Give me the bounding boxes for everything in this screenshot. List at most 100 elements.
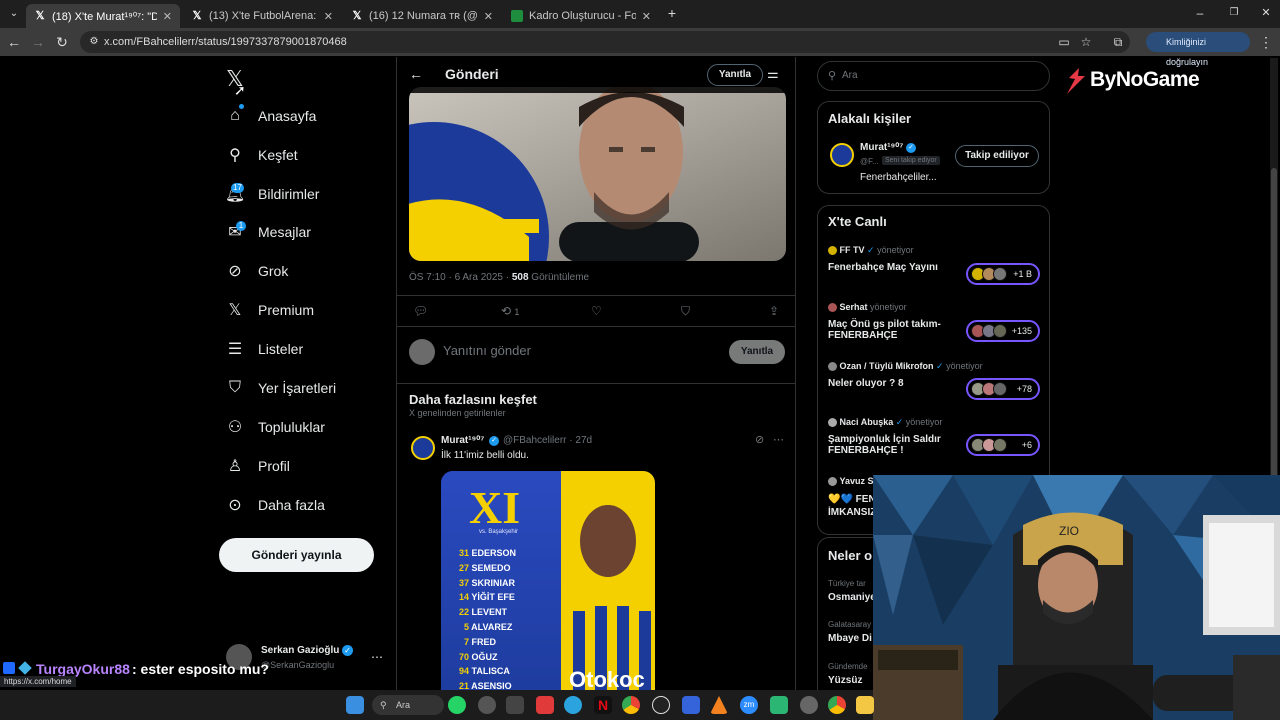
netflix-icon[interactable]: N: [594, 696, 612, 714]
trend-name[interactable]: Yüzsüz: [828, 675, 862, 686]
post-button[interactable]: Gönderi yayınla: [219, 538, 374, 572]
new-tab-icon[interactable]: +: [664, 5, 680, 21]
lineup-row: 94 TALISCA: [458, 666, 510, 677]
trend-name[interactable]: Osmaniye: [828, 592, 876, 603]
app-icon[interactable]: [770, 696, 788, 714]
close-icon[interactable]: ✕: [163, 10, 172, 23]
related-people-card: Alakalı kişiler Murat¹⁹⁰⁷ ✓ @F... Seni t…: [817, 101, 1050, 194]
zoom-icon[interactable]: zm: [740, 696, 758, 714]
chrome-icon[interactable]: [622, 696, 640, 714]
windows-start-icon[interactable]: [346, 696, 364, 714]
live-item-title[interactable]: Fenerbahçe Maç Yayını: [828, 262, 938, 273]
telegram-icon[interactable]: [564, 696, 582, 714]
reply-button[interactable]: Yanıtla: [729, 340, 785, 364]
post-author[interactable]: Murat¹⁹⁰⁷: [441, 435, 484, 446]
tab-1[interactable]: 𝕏 (18) X'te Murat¹⁹⁰⁷: "Domenico ✕: [26, 4, 180, 28]
avatar[interactable]: [830, 143, 854, 167]
app-icon[interactable]: [682, 696, 700, 714]
sidebar-item-explore[interactable]: ⚲ Keşfet: [222, 139, 298, 171]
window-close-icon[interactable]: ✕: [1258, 5, 1274, 21]
forward-icon[interactable]: →: [30, 34, 46, 50]
browser-menu-icon[interactable]: ⋮: [1258, 34, 1274, 50]
close-icon[interactable]: ✕: [642, 10, 651, 23]
bookmark-icon[interactable]: ⛉: [681, 304, 690, 319]
home-icon: ⌂: [230, 107, 240, 124]
app-icon[interactable]: [506, 696, 524, 714]
search-input[interactable]: ⚲ Ara: [817, 61, 1050, 91]
cast-icon[interactable]: ▭: [1056, 34, 1072, 50]
extensions-icon[interactable]: ⧉: [1110, 34, 1126, 50]
close-icon[interactable]: ✕: [324, 10, 333, 23]
taskbar: ⚲ Ara N zm: [0, 690, 874, 720]
tab-2[interactable]: 𝕏 (13) X'te FutbolArena: "Nuri Şah ✕: [183, 4, 341, 28]
obs-icon[interactable]: [478, 696, 496, 714]
svg-text:ZIO: ZIO: [1059, 524, 1079, 538]
sidebar-item-profile[interactable]: ♙ Profil: [222, 450, 290, 482]
app-icon[interactable]: [536, 696, 554, 714]
back-icon[interactable]: ←: [6, 34, 22, 50]
share-icon[interactable]: ⇪: [769, 304, 779, 318]
live-item-host: Yavuz S: [828, 476, 874, 487]
account-more-icon[interactable]: ⋯: [371, 650, 383, 664]
site-info-icon[interactable]: ⚙: [86, 34, 102, 50]
retweet-icon[interactable]: ⟲ 1: [501, 304, 519, 318]
sidebar-item-communities[interactable]: ⚇ Topluluklar: [222, 411, 325, 443]
chatgpt-icon[interactable]: [652, 696, 670, 714]
settings-icon[interactable]: [800, 696, 818, 714]
verify-identity-button[interactable]: Kimliğinizi doğrulayın: [1146, 32, 1250, 67]
tweet-timestamp[interactable]: ÖS 7:10 · 6 Ara 2025 ·: [409, 272, 512, 283]
taskbar-search[interactable]: ⚲ Ara: [372, 695, 444, 715]
lineup-row: 70 OĞUZ: [458, 651, 498, 662]
post-avatar[interactable]: [411, 436, 435, 460]
live-listeners[interactable]: +78: [966, 378, 1040, 400]
live-listeners[interactable]: +6: [966, 434, 1040, 456]
tweet-photo[interactable]: [409, 87, 786, 261]
sidebar-item-grok[interactable]: ⊘ Grok: [222, 255, 288, 287]
chrome-icon[interactable]: [828, 696, 846, 714]
sidebar-item-more[interactable]: ⊙ Daha fazla: [222, 489, 325, 521]
sidebar-item-label: Topluluklar: [258, 419, 325, 435]
sidebar-item-premium[interactable]: 𝕏 Premium: [222, 294, 314, 326]
settings-sliders-icon[interactable]: ⚌: [767, 66, 779, 82]
live-item-title[interactable]: Neler oluyor ? 8: [828, 378, 904, 389]
whatsapp-icon[interactable]: [448, 696, 466, 714]
more-icon[interactable]: ⋯: [773, 433, 784, 446]
sidebar-item-label: Mesajlar: [258, 224, 311, 240]
live-listeners[interactable]: +1 B: [966, 263, 1040, 285]
grok-icon[interactable]: ⊘: [755, 433, 764, 446]
like-icon[interactable]: ♡: [591, 304, 602, 318]
live-item-title[interactable]: Maç Önü gs pilot takım- FENERBAHÇE: [828, 319, 953, 341]
sheets-tab-icon: [511, 10, 523, 22]
file-explorer-icon[interactable]: [856, 696, 874, 714]
vlc-icon[interactable]: [710, 696, 728, 714]
reply-input[interactable]: Yanıtını gönder: [443, 343, 531, 358]
sidebar-item-messages[interactable]: ✉ Mesajlar: [222, 216, 311, 248]
sidebar-item-home[interactable]: ⌂ Anasayfa: [222, 100, 316, 132]
lineup-image[interactable]: XI vs. Başakşehir 31 EDERSON 27 SEMEDO 3…: [441, 471, 655, 720]
sidebar-item-lists[interactable]: ☰ Listeler: [222, 333, 303, 365]
reply-icon[interactable]: 💬︎: [413, 304, 428, 318]
tab-search-icon[interactable]: ⌄: [6, 6, 22, 22]
live-item-title[interactable]: Şampiyonluk İçin Saldır FENERBAHÇE !: [828, 434, 953, 456]
tab-3[interactable]: 𝕏 (16) 12 Numara ᴛʀ (@12numara ✕: [343, 4, 501, 28]
following-button[interactable]: Takip ediliyor: [955, 145, 1039, 167]
tab-4[interactable]: Kadro Oluşturucu - Formasyon ✕: [503, 4, 659, 28]
minimize-icon[interactable]: –: [1192, 5, 1208, 21]
back-arrow-icon[interactable]: ←: [409, 66, 423, 82]
live-listeners[interactable]: +135: [966, 320, 1040, 342]
post-handle[interactable]: @FBahcelilerr · 27d: [503, 435, 592, 446]
url-field[interactable]: x.com/FBahcelilerr/status/19973378790018…: [80, 31, 1130, 53]
bookmark-star-icon[interactable]: ☆: [1078, 34, 1094, 50]
header-reply-button[interactable]: Yanıtla: [707, 64, 763, 86]
taskbar-search-label: Ara: [396, 700, 411, 710]
sidebar-item-label: Daha fazla: [258, 497, 325, 513]
live-item-title[interactable]: 💛💙 FEN İMKANSIZ: [828, 493, 876, 519]
related-name[interactable]: Murat¹⁹⁰⁷: [860, 142, 903, 153]
live-item-host: Serhat yönetiyor: [828, 302, 907, 313]
trend-name[interactable]: Mbaye Di: [828, 633, 872, 644]
scrollbar-thumb[interactable]: [1271, 168, 1277, 528]
close-icon[interactable]: ✕: [484, 10, 493, 23]
sidebar-item-bookmarks[interactable]: ⛉ Yer İşaretleri: [222, 372, 336, 404]
restore-icon[interactable]: ❐: [1226, 5, 1242, 21]
reload-icon[interactable]: ↻: [54, 34, 70, 50]
